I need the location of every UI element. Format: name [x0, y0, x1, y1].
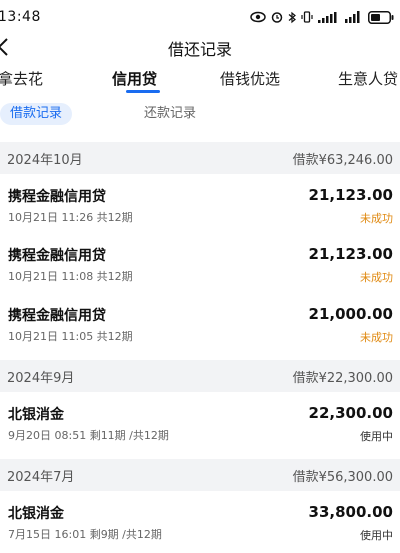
tab-repay-records[interactable]: 还款记录: [134, 103, 206, 125]
loan-item[interactable]: 携程金融信用贷 10月21日 11:08 共12期 21,123.00 未成功: [0, 239, 400, 295]
bluetooth-icon: [288, 11, 296, 23]
loan-name: 北银消金: [8, 407, 64, 423]
loan-status: 使用中: [360, 430, 393, 443]
loan-item[interactable]: 北银消金 7月15日 16:01 剩9期 /共12期 33,800.00 使用中: [0, 497, 400, 553]
tab-business-loan[interactable]: 生意人贷: [338, 68, 398, 89]
loan-amount: 33,800.00: [308, 503, 393, 521]
group-month: 2024年10月: [7, 152, 83, 168]
group-header: 2024年9月 借款¥22,300.00: [0, 360, 400, 392]
eye-icon: [250, 11, 266, 23]
status-time: 13:48: [0, 9, 41, 25]
loan-item[interactable]: 北银消金 9月20日 08:51 剩11期 /共12期 22,300.00 使用…: [0, 398, 400, 454]
loan-name: 携程金融信用贷: [8, 189, 106, 205]
status-bar: 13:48: [0, 0, 400, 34]
loan-amount: 21,000.00: [308, 305, 393, 323]
loan-meta: 10月21日 11:08 共12期: [8, 270, 133, 283]
group-total: 借款¥22,300.00: [292, 370, 393, 386]
signal-icon: [318, 12, 337, 23]
vibrate-icon: [301, 11, 313, 23]
battery-icon: [368, 10, 394, 24]
tab-naquhua[interactable]: 拿去花: [0, 68, 43, 89]
signal-icon-2: [345, 11, 360, 23]
record-subtabs: 借款记录 还款记录: [0, 97, 400, 133]
loan-status: 使用中: [360, 529, 393, 542]
loan-amount: 21,123.00: [308, 245, 393, 263]
loan-item[interactable]: 携程金融信用贷 10月21日 11:05 共12期 21,000.00 未成功: [0, 299, 400, 355]
loan-status: 未成功: [360, 331, 393, 344]
status-icons: [250, 10, 394, 24]
loan-meta: 10月21日 11:26 共12期: [8, 211, 133, 224]
alarm-icon: [271, 12, 283, 23]
page-title: 借还记录: [167, 40, 232, 59]
loan-name: 北银消金: [8, 506, 64, 522]
loan-item[interactable]: 携程金融信用贷 10月21日 11:26 共12期 21,123.00 未成功: [0, 180, 400, 236]
group-header: 2024年7月 借款¥56,300.00: [0, 459, 400, 491]
loan-meta: 10月21日 11:05 共12期: [8, 330, 133, 343]
product-tabs: 拿去花 信用贷 借钱优选 生意人贷: [0, 60, 400, 96]
loan-name: 携程金融信用贷: [8, 308, 106, 324]
group-total: 借款¥56,300.00: [292, 469, 393, 485]
loan-status: 未成功: [360, 212, 393, 225]
tab-credit-loan[interactable]: 信用贷: [112, 68, 157, 89]
loan-meta: 7月15日 16:01 剩9期 /共12期: [8, 528, 162, 541]
loan-meta: 9月20日 08:51 剩11期 /共12期: [8, 429, 169, 442]
group-total: 借款¥63,246.00: [292, 152, 393, 168]
group-month: 2024年9月: [7, 370, 75, 386]
loan-amount: 22,300.00: [308, 404, 393, 422]
active-tab-indicator: [126, 90, 160, 93]
loan-amount: 21,123.00: [308, 186, 393, 204]
tab-borrow-records[interactable]: 借款记录: [0, 103, 73, 125]
loan-status: 未成功: [360, 271, 393, 284]
nav-bar: 借还记录: [0, 34, 400, 60]
loan-name: 携程金融信用贷: [8, 248, 106, 264]
group-header: 2024年10月 借款¥63,246.00: [0, 142, 400, 174]
group-month: 2024年7月: [7, 469, 75, 485]
tab-loan-select[interactable]: 借钱优选: [220, 68, 280, 89]
